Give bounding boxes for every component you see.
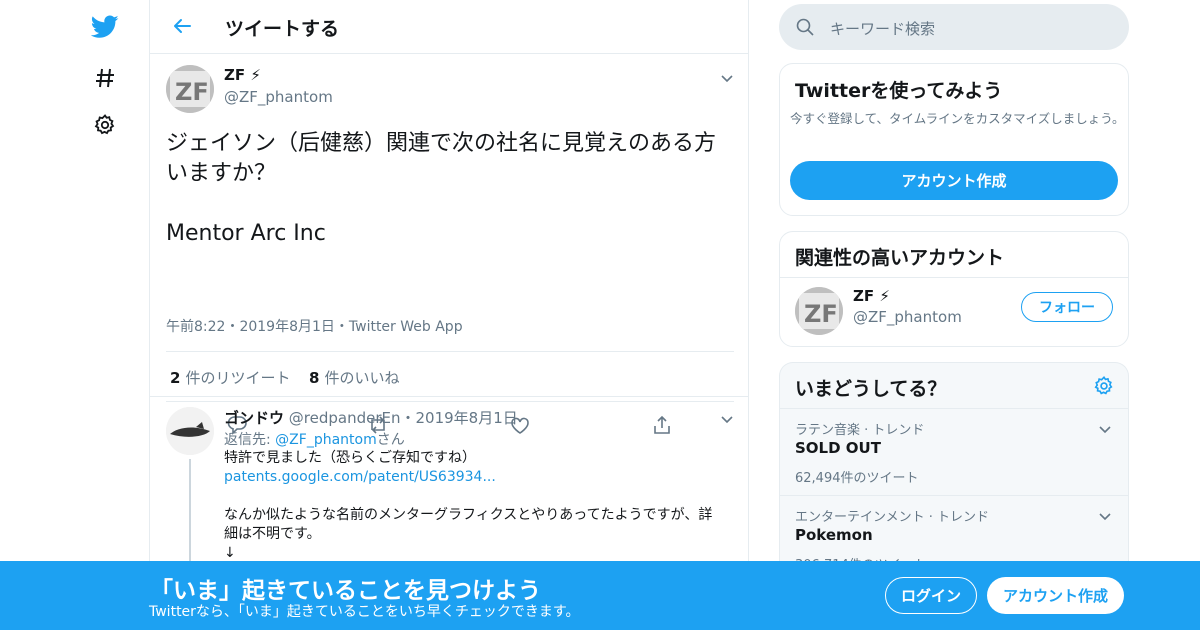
reply-text: 特許で見ました（恐らくご存知ですね） patents.google.com/pa… bbox=[224, 449, 724, 563]
trends-title: いまどうしてる？ bbox=[795, 378, 947, 400]
divider bbox=[780, 277, 1128, 278]
main-header: ツイートする bbox=[150, 0, 748, 54]
avatar[interactable]: ZF bbox=[166, 65, 214, 113]
thread-line bbox=[189, 459, 191, 569]
tweet-stats: 2 件のリツイート 8 件のいいね bbox=[166, 351, 734, 402]
reply-header: ゴンドウ @redpanderEn・2019年8月1日 bbox=[224, 407, 518, 428]
reply-to: 返信先: @ZF_phantomさん bbox=[224, 432, 405, 448]
chevron-down-icon[interactable] bbox=[720, 70, 734, 84]
banner-headline: 「いま」起きていることを見つけよう bbox=[150, 578, 541, 604]
svg-text:ZF: ZF bbox=[175, 78, 209, 106]
retweet-count[interactable]: 2 件のリツイート bbox=[170, 367, 290, 388]
main-tweet: ZF ZF ⚡ @ZF_phantom ジェイソン（后健慈）関連で次の社名に見覚… bbox=[150, 54, 748, 435]
reply-avatar[interactable] bbox=[166, 407, 214, 455]
search-bar[interactable]: キーワード検索 bbox=[779, 4, 1129, 50]
related-account-handle[interactable]: @ZF_phantom bbox=[853, 308, 962, 326]
signup-card-description: 今すぐ登録して、タイムラインをカスタマイズしましょう。 bbox=[790, 111, 1125, 126]
search-input[interactable]: キーワード検索 bbox=[830, 18, 935, 39]
create-account-button[interactable]: アカウント作成 bbox=[790, 161, 1118, 200]
author-name[interactable]: ZF ⚡ bbox=[224, 66, 261, 84]
trend-item[interactable]: ラテン音楽 · トレンド SOLD OUT 62,494件のツイート bbox=[780, 408, 1128, 506]
chevron-down-icon[interactable] bbox=[1098, 421, 1112, 435]
trend-name[interactable]: SOLD OUT bbox=[795, 439, 881, 457]
page: ツイートする ZF ZF ⚡ @ZF_phantom ジェイソン（后健慈）関連で… bbox=[0, 0, 1200, 630]
trend-name[interactable]: Pokemon bbox=[795, 526, 873, 544]
reply-handle-date[interactable]: @redpanderEn・2019年8月1日 bbox=[289, 409, 518, 427]
signup-card-title: Twitterを使ってみよう bbox=[795, 80, 1003, 102]
search-icon bbox=[795, 17, 815, 37]
back-arrow-icon[interactable] bbox=[170, 14, 194, 38]
avatar[interactable]: ZF bbox=[795, 287, 843, 335]
author-handle[interactable]: @ZF_phantom bbox=[224, 88, 333, 106]
tweet-text: ジェイソン（后健慈）関連で次の社名に見覚えのある方いますか？ bbox=[166, 131, 717, 186]
signup-banner: 「いま」起きていることを見つけよう Twitterなら、「いま」起きていることを… bbox=[0, 561, 1200, 630]
banner-subline: Twitterなら、「いま」起きていることをいち早くチェックできます。 bbox=[149, 604, 580, 620]
svg-text:ZF: ZF bbox=[804, 300, 838, 328]
explore-hashtag-icon[interactable] bbox=[90, 63, 120, 93]
tweet-text-company: Mentor Arc Inc bbox=[166, 221, 326, 246]
twitter-logo-icon[interactable] bbox=[90, 12, 120, 42]
trend-count: 62,494件のツイート bbox=[795, 471, 919, 486]
chevron-down-icon[interactable] bbox=[720, 411, 734, 425]
related-accounts-title: 関連性の高いアカウント bbox=[795, 247, 1005, 269]
reply-tweet: ゴンドウ @redpanderEn・2019年8月1日 返信先: @ZF_pha… bbox=[150, 397, 750, 569]
signup-card: Twitterを使ってみよう 今すぐ登録して、タイムラインをカスタマイズしましょ… bbox=[779, 63, 1129, 216]
trends-settings-gear-icon[interactable] bbox=[1093, 375, 1115, 397]
chevron-down-icon[interactable] bbox=[1098, 508, 1112, 522]
signup-button[interactable]: アカウント作成 bbox=[987, 577, 1124, 614]
tweet-timestamp[interactable]: 午前8:22・2019年8月1日・Twitter Web App bbox=[166, 316, 463, 336]
page-title: ツイートする bbox=[225, 18, 340, 40]
patent-link[interactable]: patents.google.com/patent/US63934... bbox=[224, 468, 724, 487]
reply-author-name[interactable]: ゴンドウ bbox=[224, 409, 284, 427]
reply-to-link[interactable]: @ZF_phantom bbox=[275, 432, 377, 448]
related-account-name[interactable]: ZF ⚡ bbox=[853, 287, 890, 305]
login-button[interactable]: ログイン bbox=[885, 577, 977, 614]
follow-button[interactable]: フォロー bbox=[1021, 292, 1113, 322]
settings-gear-icon[interactable] bbox=[90, 110, 120, 140]
trend-category: ラテン音楽 · トレンド bbox=[795, 423, 925, 438]
trend-category: エンターテインメント · トレンド bbox=[795, 510, 990, 525]
like-count[interactable]: 8 件のいいね bbox=[309, 367, 399, 388]
related-accounts-card: 関連性の高いアカウント ZF ZF ⚡ @ZF_phantom フォロー bbox=[779, 231, 1129, 347]
main-column: ツイートする ZF ZF ⚡ @ZF_phantom ジェイソン（后健慈）関連で… bbox=[149, 0, 749, 630]
